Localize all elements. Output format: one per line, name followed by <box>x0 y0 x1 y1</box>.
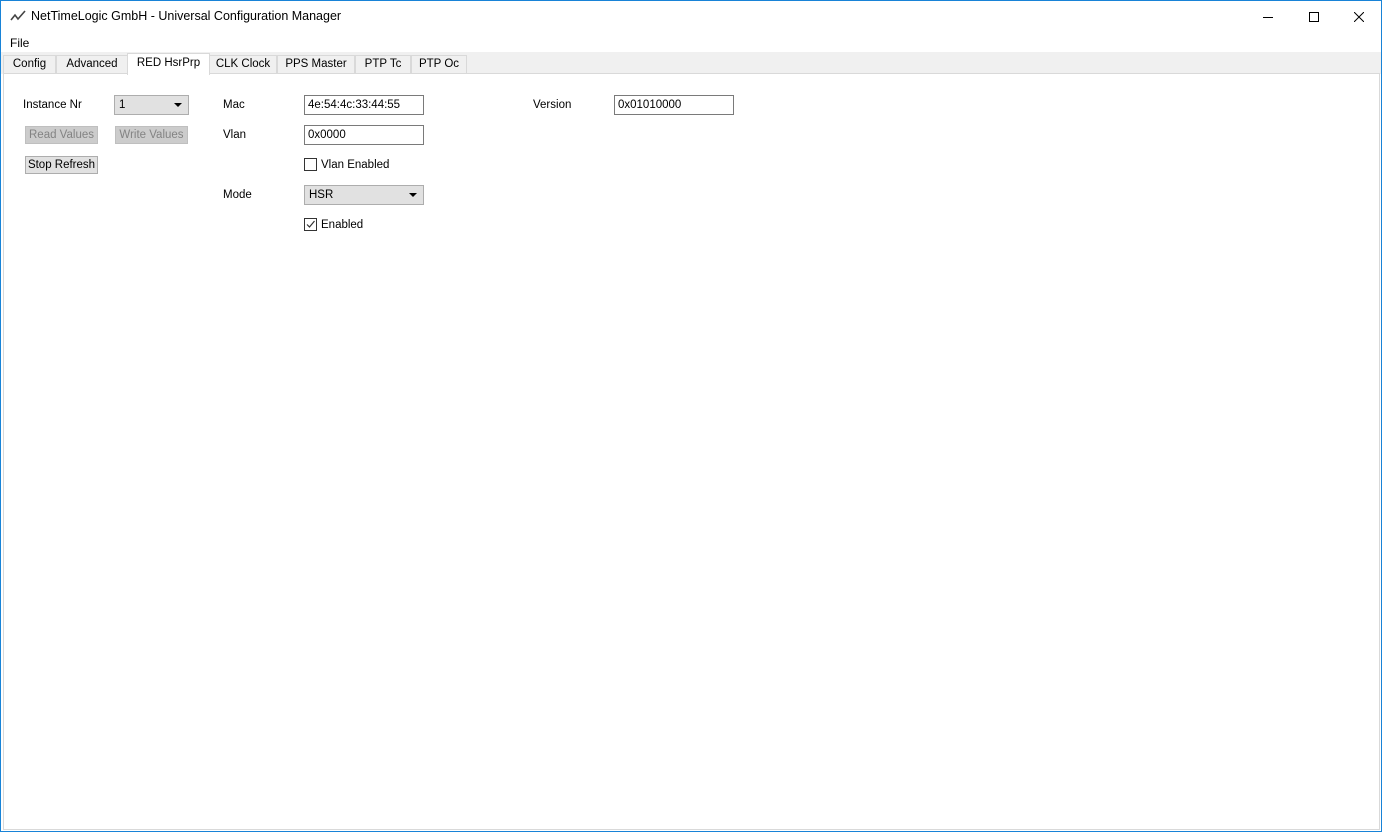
minimize-button[interactable] <box>1245 1 1291 32</box>
tab-bar: Config Advanced RED HsrPrp CLK Clock PPS… <box>1 52 1381 75</box>
read-values-button[interactable]: Read Values <box>25 126 98 144</box>
stop-refresh-button[interactable]: Stop Refresh <box>25 156 98 174</box>
minimize-icon <box>1263 16 1273 18</box>
maximize-button[interactable] <box>1291 1 1337 32</box>
tab-advanced[interactable]: Advanced <box>56 55 128 74</box>
mac-input[interactable]: 4e:54:4c:33:44:55 <box>304 95 424 115</box>
menu-bar: File <box>1 34 1381 52</box>
menu-file[interactable]: File <box>10 36 29 50</box>
tab-ptp-oc[interactable]: PTP Oc <box>411 55 467 74</box>
instance-nr-value: 1 <box>119 99 126 111</box>
vlan-enabled-checkbox[interactable] <box>304 158 317 171</box>
tab-red-hsrprp[interactable]: RED HsrPrp <box>127 53 210 75</box>
mode-select[interactable]: HSR <box>304 185 424 205</box>
enabled-checkbox[interactable] <box>304 218 317 231</box>
close-button[interactable] <box>1336 1 1382 32</box>
version-input[interactable]: 0x01010000 <box>614 95 734 115</box>
chevron-down-icon <box>174 103 182 107</box>
mac-label: Mac <box>223 99 245 111</box>
instance-nr-label: Instance Nr <box>23 99 82 111</box>
window-title: NetTimeLogic GmbH - Universal Configurat… <box>31 9 342 23</box>
write-values-button[interactable]: Write Values <box>115 126 188 144</box>
app-window: NetTimeLogic GmbH - Universal Configurat… <box>0 0 1382 832</box>
app-logo-icon <box>10 10 26 21</box>
mode-value: HSR <box>309 189 334 201</box>
close-icon <box>1354 11 1364 22</box>
mode-label: Mode <box>223 189 252 201</box>
version-label: Version <box>533 99 572 111</box>
checkmark-icon <box>306 220 315 228</box>
maximize-icon <box>1309 11 1319 22</box>
enabled-label: Enabled <box>321 219 364 231</box>
vlan-label: Vlan <box>223 129 247 141</box>
tab-pps-master[interactable]: PPS Master <box>277 55 355 74</box>
chevron-down-icon <box>409 193 417 197</box>
vlan-input[interactable]: 0x0000 <box>304 125 424 145</box>
tab-clk-clock[interactable]: CLK Clock <box>209 55 277 74</box>
instance-nr-select[interactable]: 1 <box>114 95 189 115</box>
tab-config[interactable]: Config <box>3 55 56 74</box>
vlan-enabled-label: Vlan Enabled <box>321 159 390 171</box>
tab-ptp-tc[interactable]: PTP Tc <box>355 55 411 74</box>
title-bar: NetTimeLogic GmbH - Universal Configurat… <box>1 1 1381 32</box>
tab-pane <box>3 73 1380 830</box>
